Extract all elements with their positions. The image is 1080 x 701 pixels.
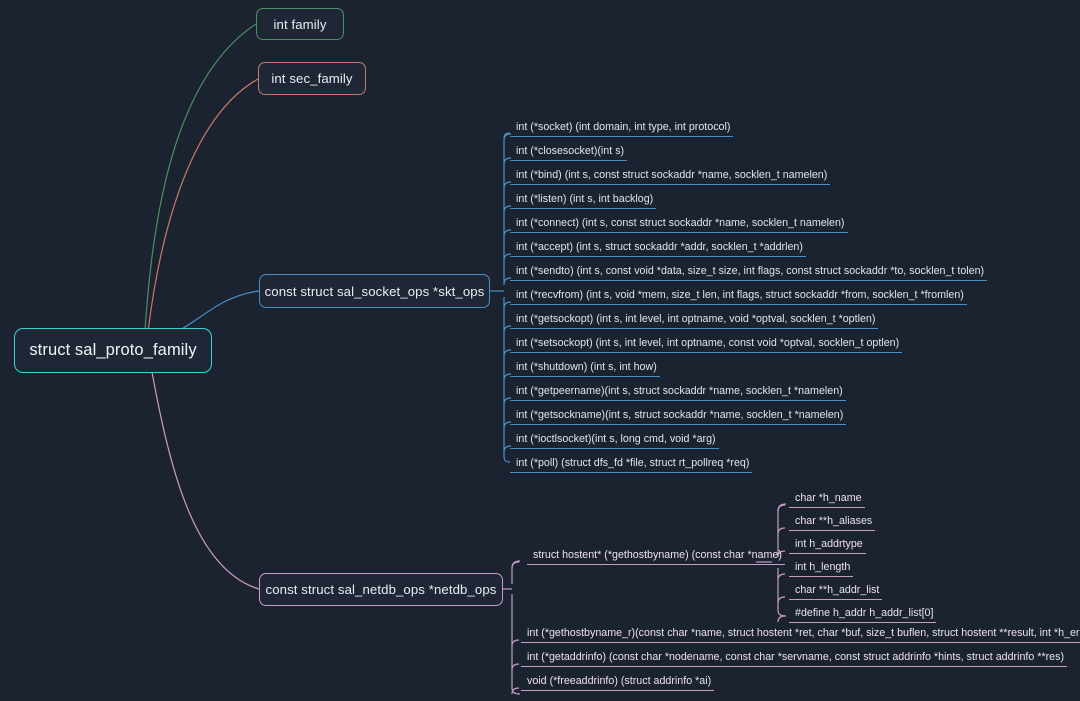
branch-node-int-sec-family[interactable]: int sec_family (258, 62, 366, 95)
edge-root-to-netdb-ops (151, 371, 260, 590)
leaf-socket-ops[interactable]: int (*sendto) (int s, const void *data, … (510, 264, 988, 281)
leaf-hostent-field[interactable]: int h_length (789, 560, 854, 577)
leaf-hostent-field[interactable]: int h_addrtype (789, 537, 866, 554)
leaf-hostent-field[interactable]: #define h_addr h_addr_list[0] (789, 606, 937, 623)
branch-node-int-family[interactable]: int family (256, 8, 344, 40)
leaf-socket-ops[interactable]: int (*accept) (int s, struct sockaddr *a… (510, 240, 806, 257)
leaf-netdb-ops[interactable]: int (*gethostbyname_r)(const char *name,… (521, 626, 1080, 643)
leaf-socket-ops[interactable]: int (*socket) (int domain, int type, int… (510, 120, 734, 137)
leaf-socket-ops[interactable]: int (*recvfrom) (int s, void *mem, size_… (510, 288, 967, 305)
leaf-hostent-field[interactable]: char **h_aliases (789, 514, 876, 531)
branch-node-netdb-ops[interactable]: const struct sal_netdb_ops *netdb_ops (259, 573, 503, 606)
branch-node-label: const struct sal_socket_ops *skt_ops (264, 283, 485, 299)
leaf-socket-ops[interactable]: int (*getsockopt) (int s, int level, int… (510, 312, 879, 329)
leaf-socket-ops[interactable]: int (*getsockname)(int s, struct sockadd… (510, 408, 847, 425)
branch-node-label: const struct sal_netdb_ops *netdb_ops (265, 582, 497, 597)
leaf-socket-ops[interactable]: int (*getpeername)(int s, struct sockadd… (510, 384, 846, 401)
leaf-socket-ops[interactable]: int (*setsockopt) (int s, int level, int… (510, 336, 903, 353)
edge-root-to-family (144, 23, 257, 331)
leaf-netdb-ops-gethostbyname[interactable]: struct hostent* (*gethostbyname) (const … (527, 548, 785, 565)
root-node-label: struct sal_proto_family (29, 341, 197, 359)
leaf-socket-ops[interactable]: int (*connect) (int s, const struct sock… (510, 216, 848, 233)
bracket-netdb-ops (511, 560, 521, 695)
leaf-socket-ops[interactable]: int (*closesocket)(int s) (510, 144, 628, 161)
leaf-socket-ops[interactable]: int (*bind) (int s, const struct sockadd… (510, 168, 831, 185)
bracket-netdb-ticks (511, 561, 520, 695)
leaf-hostent-field[interactable]: char **h_addr_list (789, 583, 883, 600)
leaf-socket-ops[interactable]: int (*poll) (struct dfs_fd *file, struct… (510, 456, 753, 473)
root-node[interactable]: struct sal_proto_family (14, 328, 212, 373)
mindmap-canvas: struct sal_proto_family int family int s… (0, 0, 1080, 701)
leaf-socket-ops[interactable]: int (*shutdown) (int s, int how) (510, 360, 660, 377)
edge-root-to-sec-family (147, 78, 259, 333)
leaf-socket-ops[interactable]: int (*ioctlsocket)(int s, long cmd, void… (510, 432, 719, 449)
edge-root-to-skt-ops (179, 290, 260, 331)
leaf-netdb-ops[interactable]: int (*getaddrinfo) (const char *nodename… (521, 650, 1068, 667)
branch-node-skt-ops[interactable]: const struct sal_socket_ops *skt_ops (259, 274, 490, 308)
branch-node-label: int sec_family (271, 71, 353, 86)
leaf-hostent-field[interactable]: char *h_name (789, 491, 865, 508)
leaf-socket-ops[interactable]: int (*listen) (int s, int backlog) (510, 192, 657, 209)
leaf-netdb-ops[interactable]: void (*freeaddrinfo) (struct addrinfo *a… (521, 674, 715, 691)
branch-node-label: int family (273, 16, 327, 32)
